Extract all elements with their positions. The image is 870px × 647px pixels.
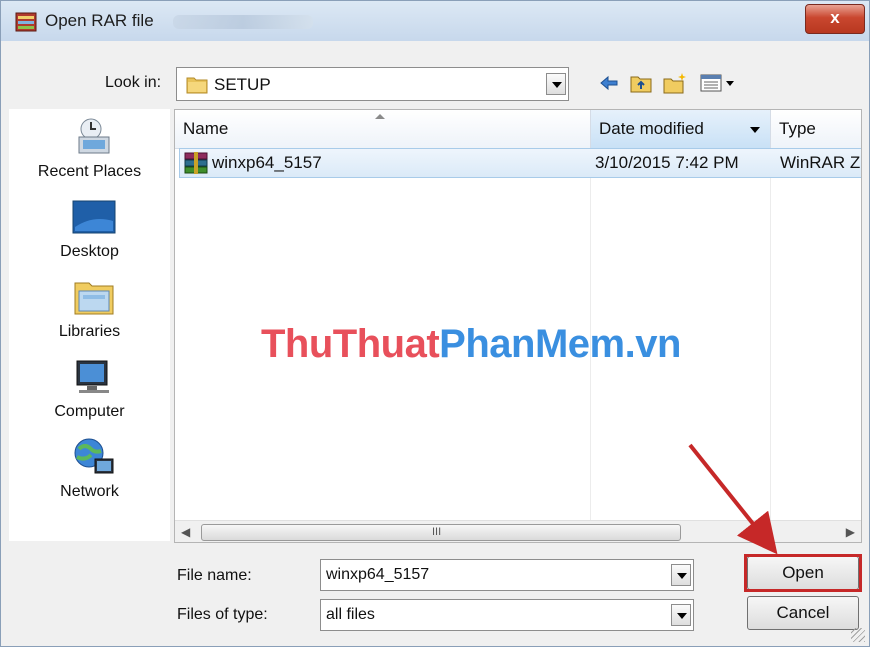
open-button-highlight [744, 554, 862, 592]
files-of-type-label: Files of type: [177, 606, 268, 623]
watermark-part-1: ThuThuat [261, 322, 440, 366]
sort-ascending-icon [375, 114, 385, 119]
place-label: Desktop [60, 243, 119, 260]
blurred-path [173, 15, 313, 29]
column-header-date-modified[interactable]: Date modified [590, 110, 770, 148]
watermark-part-2: PhanMem.vn [439, 322, 681, 366]
view-menu-icon[interactable] [699, 71, 739, 95]
cancel-button[interactable]: Cancel [747, 596, 859, 630]
close-button[interactable]: x [805, 4, 865, 34]
place-recent-places[interactable]: Recent Places [9, 115, 170, 187]
resize-grip[interactable] [851, 628, 865, 642]
column-header-name[interactable]: Name [175, 110, 590, 148]
scrollbar-grip: III [432, 526, 442, 538]
winrar-app-icon [15, 12, 37, 32]
file-date-modified: 3/10/2015 7:42 PM [595, 153, 739, 172]
computer-icon [76, 360, 109, 393]
place-label: Recent Places [37, 163, 142, 180]
chevron-down-icon[interactable] [671, 604, 691, 626]
place-libraries[interactable]: Libraries [9, 275, 170, 347]
file-name: winxp64_5157 [212, 153, 322, 172]
open-rar-dialog: Open RAR file x Look in: SETUP Recent Pl… [0, 0, 870, 647]
look-in-value: SETUP [214, 75, 271, 94]
dialog-title: Open RAR file [45, 11, 154, 30]
scrollbar-thumb[interactable]: III [201, 524, 681, 541]
watermark: ThuThuatPhanMem.vn [261, 322, 681, 367]
title-bar: Open RAR file x [1, 1, 869, 41]
libraries-icon [74, 282, 114, 315]
column-type-label: Type [779, 119, 816, 138]
column-header-type[interactable]: Type [770, 110, 861, 148]
files-of-type-value: all files [326, 606, 375, 623]
recent-places-icon [78, 118, 110, 154]
file-name-field[interactable]: winxp64_5157 [320, 559, 694, 591]
place-label: Computer [54, 403, 125, 420]
look-in-combo[interactable]: SETUP [176, 67, 569, 101]
new-folder-icon[interactable] [663, 71, 687, 95]
column-date-label: Date modified [599, 119, 704, 138]
file-list-header: Name Date modified Type [175, 110, 861, 149]
file-name-value: winxp64_5157 [326, 566, 430, 583]
file-row[interactable]: winxp64_5157 3/10/2015 7:42 PM WinRAR Z [179, 148, 861, 178]
place-label: Libraries [58, 323, 121, 340]
horizontal-scrollbar[interactable]: ◀ III ▶ [175, 520, 861, 542]
file-type: WinRAR Z [780, 153, 861, 172]
chevron-down-icon[interactable] [671, 564, 691, 586]
place-desktop[interactable]: Desktop [9, 195, 170, 267]
scroll-right-icon[interactable]: ▶ [846, 525, 855, 539]
column-divider [770, 148, 771, 520]
chevron-down-icon[interactable] [750, 127, 760, 133]
desktop-icon [72, 200, 116, 234]
close-icon: x [830, 8, 840, 27]
files-of-type-select[interactable]: all files [320, 599, 694, 631]
look-in-label: Look in: [105, 74, 162, 91]
network-icon [74, 438, 114, 474]
file-list: Name Date modified Type winxp64_5157 3/1… [174, 109, 862, 543]
file-name-label: File name: [177, 567, 252, 584]
place-network[interactable]: Network [9, 435, 170, 507]
place-label: Network [60, 483, 119, 500]
folder-icon [186, 77, 208, 94]
places-bar: Recent Places Desktop Libraries Computer… [9, 109, 170, 541]
up-folder-icon[interactable] [629, 71, 653, 95]
chevron-down-icon[interactable] [546, 73, 566, 95]
back-arrow-icon[interactable] [597, 71, 621, 95]
scroll-left-icon[interactable]: ◀ [181, 525, 190, 539]
place-computer[interactable]: Computer [9, 355, 170, 427]
column-name-label: Name [183, 119, 229, 138]
winrar-archive-icon [184, 152, 208, 174]
